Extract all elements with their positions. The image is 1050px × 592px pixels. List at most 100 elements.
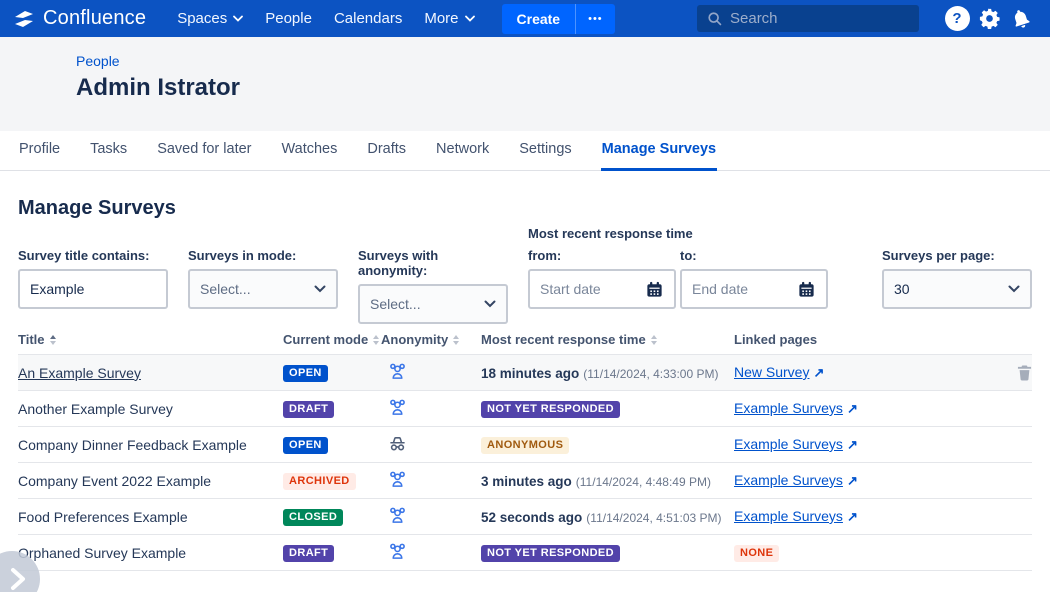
calendar-icon[interactable] bbox=[645, 280, 664, 299]
create-split-button: Create ••• bbox=[502, 4, 615, 34]
surveys-table: TitleCurrent modeAnonymityMost recent re… bbox=[18, 328, 1032, 571]
trash-icon[interactable] bbox=[1017, 364, 1032, 381]
people-group-icon bbox=[387, 397, 408, 418]
filter-label: from: bbox=[528, 248, 676, 263]
column-header-most-recent-response-time[interactable]: Most recent response time bbox=[481, 332, 734, 347]
mode-select[interactable]: Select... bbox=[188, 269, 338, 309]
linked-page-link[interactable]: Example Surveys bbox=[734, 400, 843, 416]
mode-badge: ARCHIVED bbox=[283, 473, 356, 490]
chevron-right-icon bbox=[8, 566, 28, 592]
filter-label: Surveys per page: bbox=[882, 248, 1032, 263]
external-link-icon: ↗ bbox=[847, 473, 858, 488]
select-chevron-icon bbox=[314, 285, 326, 293]
main-content: Manage Surveys Most recent response time… bbox=[0, 197, 1050, 571]
tab-tasks[interactable]: Tasks bbox=[89, 131, 128, 171]
breadcrumb-people-link[interactable]: People bbox=[76, 53, 120, 69]
filter-anonymity: Surveys with anonymity: Select... bbox=[358, 248, 508, 324]
help-button[interactable]: ? bbox=[941, 3, 973, 35]
search-box[interactable] bbox=[697, 5, 919, 32]
calendar-icon[interactable] bbox=[797, 280, 816, 299]
survey-filters: Most recent response time Survey title c… bbox=[18, 226, 1032, 316]
linked-page-link[interactable]: Example Surveys bbox=[734, 472, 843, 488]
sort-icon bbox=[453, 335, 459, 345]
filter-per-page: Surveys per page: 30 bbox=[882, 248, 1032, 309]
response-absolute-time: (11/14/2024, 4:48:49 PM) bbox=[576, 475, 711, 489]
external-link-icon: ↗ bbox=[847, 509, 858, 524]
survey-title-link[interactable]: Company Event 2022 Example bbox=[18, 473, 211, 489]
confluence-logo[interactable]: Confluence bbox=[13, 7, 146, 30]
response-time-group-label: Most recent response time bbox=[528, 226, 693, 241]
section-heading: Manage Surveys bbox=[18, 197, 1032, 220]
table-row: Orphaned Survey ExampleDRAFTNOT YET RESP… bbox=[18, 534, 1032, 570]
tab-saved-for-later[interactable]: Saved for later bbox=[156, 131, 252, 171]
nav-item-spaces[interactable]: Spaces bbox=[166, 0, 254, 37]
sort-icon bbox=[651, 335, 657, 345]
response-relative-time: 18 minutes ago bbox=[481, 366, 579, 381]
settings-button[interactable] bbox=[973, 3, 1005, 35]
no-linked-page-badge: NONE bbox=[734, 545, 779, 562]
external-link-icon: ↗ bbox=[847, 437, 858, 452]
tab-watches[interactable]: Watches bbox=[281, 131, 339, 171]
linked-page-link[interactable]: Example Surveys bbox=[734, 436, 843, 452]
table-row: Food Preferences ExampleCLOSED52 seconds… bbox=[18, 498, 1032, 534]
tab-settings[interactable]: Settings bbox=[518, 131, 572, 171]
table-body: An Example SurveyOPEN18 minutes ago(11/1… bbox=[18, 354, 1032, 571]
page-title: Admin Istrator bbox=[76, 74, 1050, 102]
linked-page-link[interactable]: New Survey bbox=[734, 364, 809, 380]
column-header-anonymity[interactable]: Anonymity bbox=[381, 332, 481, 347]
filter-label: Survey title contains: bbox=[18, 248, 168, 263]
nav-item-people[interactable]: People bbox=[254, 0, 323, 37]
create-button[interactable]: Create bbox=[502, 4, 576, 34]
column-header-current-mode[interactable]: Current mode bbox=[283, 332, 381, 347]
survey-title-link[interactable]: Company Dinner Feedback Example bbox=[18, 437, 247, 453]
nav-item-more[interactable]: More bbox=[413, 0, 485, 37]
people-group-icon bbox=[387, 541, 408, 562]
mode-badge: CLOSED bbox=[283, 509, 343, 526]
filter-label: Surveys in mode: bbox=[188, 248, 338, 263]
tab-network[interactable]: Network bbox=[435, 131, 490, 171]
help-icon: ? bbox=[945, 6, 970, 31]
filter-to-date: to: End date bbox=[680, 248, 828, 309]
tab-profile[interactable]: Profile bbox=[18, 131, 61, 171]
tab-drafts[interactable]: Drafts bbox=[366, 131, 407, 171]
response-relative-time: 3 minutes ago bbox=[481, 474, 572, 489]
people-group-icon bbox=[387, 469, 408, 490]
confluence-logo-icon bbox=[13, 10, 35, 28]
search-icon bbox=[706, 10, 723, 27]
notifications-button[interactable] bbox=[1005, 3, 1037, 35]
column-header-linked-pages: Linked pages bbox=[734, 332, 1010, 347]
table-header-row: TitleCurrent modeAnonymityMost recent re… bbox=[18, 328, 1032, 354]
survey-title-link[interactable]: Another Example Survey bbox=[18, 401, 173, 417]
gear-icon bbox=[978, 7, 1001, 30]
response-absolute-time: (11/14/2024, 4:51:03 PM) bbox=[586, 511, 721, 525]
column-header-title[interactable]: Title bbox=[18, 332, 283, 347]
end-date-input[interactable]: End date bbox=[680, 269, 828, 309]
sort-icon bbox=[50, 335, 56, 345]
survey-title-link[interactable]: An Example Survey bbox=[18, 365, 141, 381]
table-row: Company Event 2022 Example ARCHIVED 3 minu… bbox=[18, 462, 1032, 498]
external-link-icon: ↗ bbox=[847, 401, 858, 416]
linked-page-link[interactable]: Example Surveys bbox=[734, 508, 843, 524]
tab-manage-surveys[interactable]: Manage Surveys bbox=[601, 131, 717, 171]
anonymity-select[interactable]: Select... bbox=[358, 284, 508, 324]
profile-tabs: Profile Tasks Saved for later Watches Drafts… bbox=[0, 131, 1050, 171]
chevron-down-icon bbox=[465, 15, 475, 22]
start-date-input[interactable]: Start date bbox=[528, 269, 676, 309]
title-contains-input[interactable] bbox=[30, 281, 156, 297]
filter-label: to: bbox=[680, 248, 828, 263]
chevron-down-icon bbox=[233, 15, 243, 22]
nav-item-calendars[interactable]: Calendars bbox=[323, 0, 413, 37]
people-group-icon bbox=[387, 361, 408, 382]
survey-title-link[interactable]: Orphaned Survey Example bbox=[18, 545, 186, 561]
filter-mode: Surveys in mode: Select... bbox=[188, 248, 338, 309]
response-status-badge: ANONYMOUS bbox=[481, 437, 569, 454]
search-input[interactable] bbox=[730, 10, 890, 27]
brand-name: Confluence bbox=[43, 7, 146, 30]
table-row: Company Dinner Feedback ExampleOPENANONY… bbox=[18, 426, 1032, 462]
mode-badge: DRAFT bbox=[283, 545, 334, 562]
table-row: An Example SurveyOPEN18 minutes ago(11/1… bbox=[18, 354, 1032, 390]
survey-title-link[interactable]: Food Preferences Example bbox=[18, 509, 188, 525]
create-more-button[interactable]: ••• bbox=[575, 4, 615, 34]
incognito-icon bbox=[387, 433, 408, 454]
per-page-select[interactable]: 30 bbox=[882, 269, 1032, 309]
